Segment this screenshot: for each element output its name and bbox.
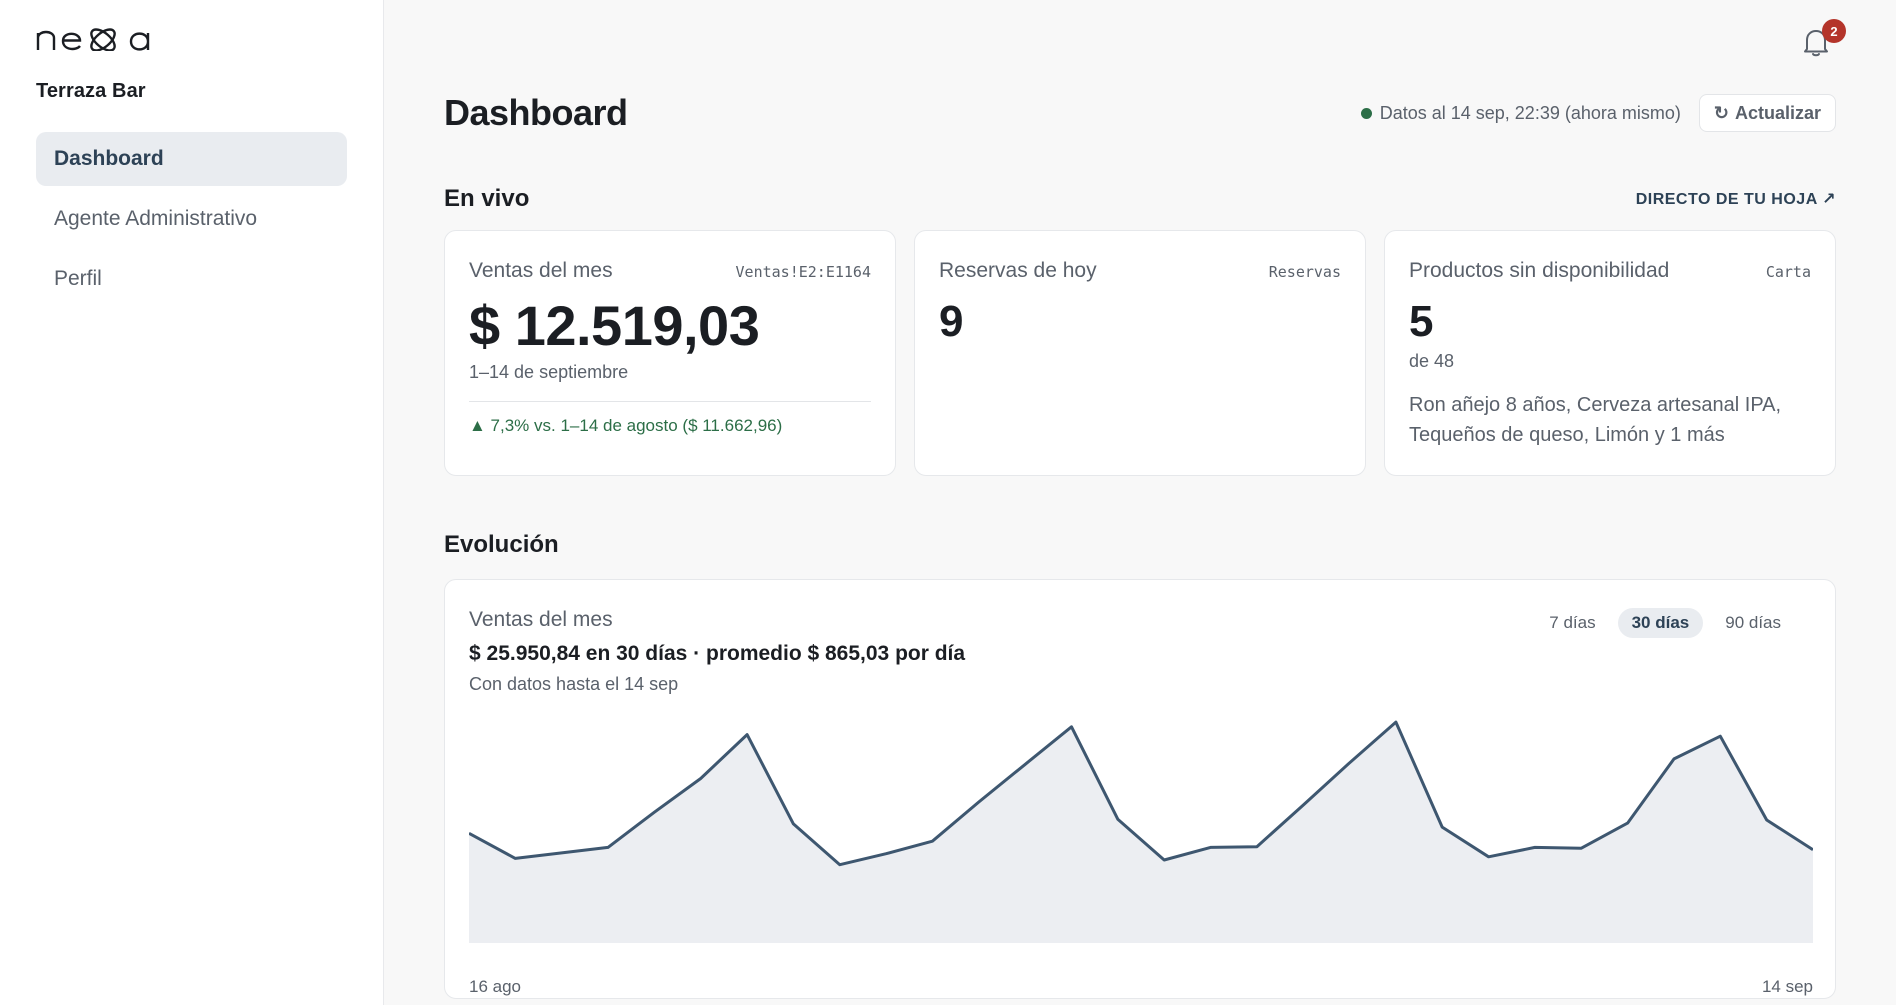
status-dot-icon — [1360, 107, 1372, 119]
card-source: Carta — [1765, 263, 1811, 281]
refresh-icon: ↻ — [1713, 102, 1729, 123]
notifications-button[interactable]: 2 — [1796, 19, 1846, 62]
monthly-sales-card: Ventas del mes Ventas!E2:E1164 $ 12.519,… — [444, 230, 896, 476]
card-source: Ventas!E2:E1164 — [735, 263, 871, 281]
evolution-section-title: Evolución — [444, 531, 559, 558]
sidebar-item-perfil[interactable]: Perfil — [36, 252, 347, 306]
live-cards: Ventas del mes Ventas!E2:E1164 $ 12.519,… — [444, 230, 1836, 476]
sidebar-item-dashboard[interactable]: Dashboard — [36, 132, 347, 186]
unavailable-products-card: Productos sin disponibilidad Carta 5 de … — [1384, 230, 1836, 476]
range-tab-7-dias[interactable]: 7 días — [1535, 608, 1609, 638]
unavailable-products-value: 5 — [1409, 297, 1434, 346]
card-title: Productos sin disponibilidad — [1409, 259, 1670, 282]
range-tabs: 7 días 30 días 90 días — [1535, 608, 1795, 638]
monthly-sales-value: $ 12.519,03 — [469, 294, 760, 357]
x-tick-end: 14 sep — [1762, 977, 1813, 996]
notification-count-badge: 2 — [1822, 19, 1846, 43]
monthly-sales-period: 1–14 de septiembre — [469, 362, 629, 382]
chart-summary: $ 25.950,84 en 30 días · promedio $ 865,… — [469, 642, 966, 665]
nexa-logo[interactable] — [36, 18, 347, 54]
card-divider — [469, 401, 871, 402]
nexa-logo-mark — [36, 28, 150, 51]
evolution-section-header: Evolución — [444, 530, 1836, 560]
live-section-header: En vivo DIRECTO DE TU HOJA ↗ — [444, 184, 1836, 214]
sidebar-item-agente-administrativo[interactable]: Agente Administrativo — [36, 192, 347, 246]
unavailable-products-list: Ron añejo 8 años, Cerveza artesanal IPA,… — [1409, 394, 1782, 446]
main-content: 2 Dashboard Datos al 14 sep, 22:39 (ahor… — [384, 0, 1896, 1005]
reservations-value: 9 — [939, 297, 964, 346]
card-title: Reservas de hoy — [939, 259, 1097, 282]
reservations-card: Reservas de hoy Reservas 9 — [914, 230, 1366, 476]
refresh-button[interactable]: ↻ Actualizar — [1698, 94, 1836, 132]
sidebar-nav: Dashboard Agente Administrativo Perfil — [36, 132, 347, 306]
sidebar: Terraza Bar Dashboard Agente Administrat… — [0, 0, 384, 1005]
page-header: Dashboard Datos al 14 sep, 22:39 (ahora … — [444, 92, 1836, 134]
sheet-direct-link[interactable]: DIRECTO DE TU HOJA ↗ — [1636, 189, 1836, 209]
chart-title: Ventas del mes — [469, 608, 613, 631]
data-status: Datos al 14 sep, 22:39 (ahora mismo) — [1360, 102, 1681, 124]
sales-chart-card: Ventas del mes 7 días 30 días 90 días $ … — [444, 579, 1836, 999]
monthly-sales-trend: ▲ 7,3% vs. 1–14 de agosto ($ 11.662,96) — [469, 416, 783, 435]
range-tab-30-dias[interactable]: 30 días — [1617, 608, 1704, 638]
range-tab-90-dias[interactable]: 90 días — [1711, 608, 1795, 638]
card-title: Ventas del mes — [469, 259, 613, 282]
refresh-label: Actualizar — [1734, 102, 1821, 123]
unavailable-products-total: de 48 — [1409, 351, 1455, 371]
header-actions: Datos al 14 sep, 22:39 (ahora mismo) ↻ A… — [1360, 94, 1836, 132]
card-source: Reservas — [1268, 263, 1341, 281]
x-tick-start: 16 ago — [469, 977, 521, 996]
chart-note: Con datos hasta el 14 sep — [469, 674, 679, 694]
page-title: Dashboard — [444, 92, 628, 133]
sales-area-chart: 16 ago 14 sep — [469, 720, 1813, 996]
business-name: Terraza Bar — [36, 80, 146, 102]
status-text: Datos al 14 sep, 22:39 (ahora mismo) — [1379, 102, 1681, 123]
live-section-title: En vivo — [444, 185, 530, 212]
